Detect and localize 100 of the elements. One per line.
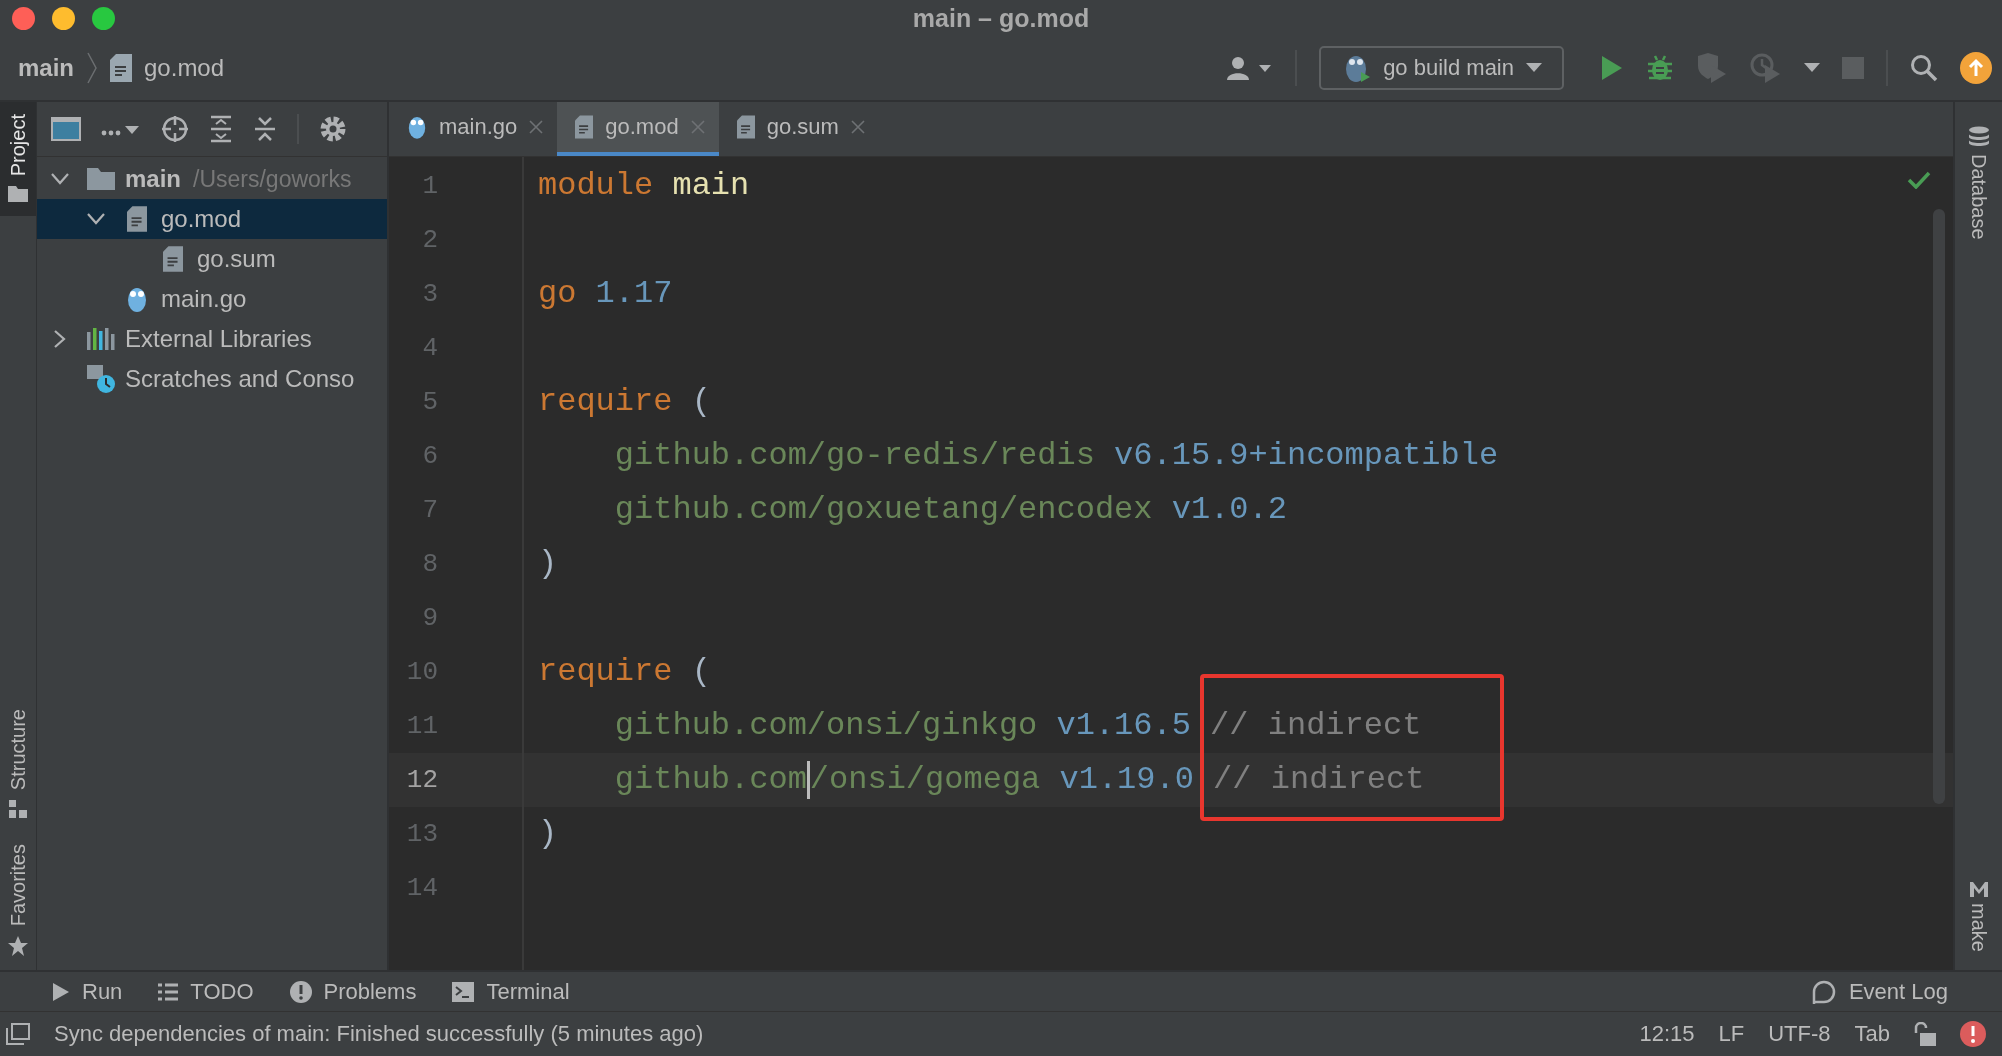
code-token: module	[538, 167, 654, 204]
locate-icon[interactable]	[161, 115, 189, 143]
tool-window-button[interactable]: make	[1955, 857, 2002, 970]
settings-icon[interactable]	[319, 115, 347, 143]
file-icon	[110, 54, 132, 82]
file-icon	[736, 115, 755, 139]
folder-icon	[8, 186, 28, 203]
close-window-button[interactable]	[12, 7, 35, 30]
chevron-icon	[54, 330, 66, 348]
minimize-window-button[interactable]	[52, 7, 75, 30]
chevron-icon	[51, 173, 69, 185]
breadcrumb-separator-icon	[86, 51, 98, 85]
code-token: require	[538, 653, 673, 690]
text-cursor	[806, 760, 810, 799]
tool-window-button[interactable]: Project	[0, 102, 36, 217]
breadcrumb-item[interactable]: go.mod	[144, 54, 225, 82]
editor-tab[interactable]: go.sum	[718, 102, 879, 156]
speech-bubble-icon	[1810, 978, 1837, 1005]
code-token: (	[690, 653, 711, 690]
status-message: Sync dependencies of main: Finished successfully (5 minutes ago)	[54, 1021, 704, 1047]
star-icon	[8, 936, 28, 956]
code-token: )	[538, 545, 558, 582]
line-number: 7	[421, 494, 439, 527]
line-number: 6	[421, 440, 439, 473]
scratch-clock-icon	[87, 365, 115, 393]
code-token: 1.17	[594, 275, 673, 312]
letter-m-icon	[1968, 881, 1989, 898]
line-number: 3	[421, 278, 439, 311]
check-icon	[1907, 171, 1931, 189]
code-token: )	[538, 815, 558, 852]
tool-window-button[interactable]: Problems	[289, 978, 417, 1005]
code-token: require	[538, 383, 673, 420]
panel-toggle-icon[interactable]	[6, 1023, 30, 1045]
critter-icon	[126, 285, 148, 313]
line-number: 10	[405, 656, 439, 689]
tool-window-button[interactable]: TODO	[158, 978, 254, 1005]
tree-item[interactable]: main.go	[37, 279, 387, 319]
tree-item[interactable]: go.mod	[37, 199, 387, 239]
caret-icon	[1526, 63, 1542, 73]
zoom-window-button[interactable]	[92, 7, 115, 30]
code-token: github.com	[613, 761, 807, 798]
run-icon[interactable]	[1600, 55, 1624, 81]
folder-icon	[87, 168, 115, 190]
tree-item[interactable]: Scratches and Conso	[37, 359, 387, 399]
list-icon	[158, 982, 179, 1001]
caret-icon[interactable]	[1804, 63, 1820, 73]
code-token: v1.19.0	[1058, 761, 1194, 798]
code-token: v1.16.5	[1055, 707, 1191, 744]
line-number: 4	[421, 332, 439, 365]
status-item[interactable]: LF	[1718, 1021, 1745, 1047]
code-token: github.com/go-redis/redis	[613, 437, 1095, 474]
run-configuration-dropdown[interactable]: go build main	[1319, 46, 1564, 90]
status-item[interactable]: UTF-8	[1768, 1021, 1831, 1047]
scrollbar-thumb[interactable]	[1933, 209, 1945, 804]
tool-window-button[interactable]: Favorites	[0, 831, 36, 970]
database-icon	[1967, 126, 1990, 148]
file-icon	[575, 115, 594, 139]
line-number: 1	[421, 170, 439, 203]
line-number: 5	[421, 386, 439, 419]
code-token: v6.15.9+incompatible	[1113, 437, 1499, 474]
tool-window-button[interactable]: Terminal	[452, 978, 570, 1005]
line-number: 9	[421, 602, 439, 635]
tool-window-button[interactable]: Database	[1955, 102, 2002, 258]
code-token: (	[690, 383, 711, 420]
event-log-button[interactable]: Event Log	[1810, 978, 1948, 1005]
critter-icon	[407, 114, 427, 140]
code-token: /onsi/gomega	[809, 761, 1041, 798]
tree-item[interactable]: External Libraries	[37, 319, 387, 359]
tree-item[interactable]: go.sum	[37, 239, 387, 279]
code-token: main	[671, 167, 750, 204]
debug-bug-icon[interactable]	[1646, 54, 1674, 82]
file-icon	[163, 246, 183, 272]
tree-item[interactable]: main /Users/goworks	[37, 159, 387, 199]
line-number: 11	[405, 710, 439, 743]
status-item[interactable]: Tab	[1854, 1021, 1890, 1047]
collapse-all-icon[interactable]	[253, 115, 277, 143]
status-item[interactable]: 12:15	[1639, 1021, 1695, 1047]
user-icon[interactable]	[1225, 54, 1274, 82]
editor-tab[interactable]: main.go	[389, 102, 558, 156]
breadcrumb-item[interactable]: main	[18, 54, 74, 82]
code-token: // indirect	[1212, 761, 1425, 798]
code-token: // indirect	[1209, 707, 1422, 744]
line-number: 8	[421, 548, 439, 581]
search-icon[interactable]	[1910, 54, 1938, 82]
expand-all-icon[interactable]	[209, 115, 233, 143]
unlocked-icon[interactable]	[1914, 1022, 1936, 1046]
line-number: 13	[405, 818, 439, 851]
library-bars-icon	[87, 328, 115, 350]
chevron-icon	[87, 213, 105, 225]
error-icon[interactable]	[1960, 1021, 1986, 1047]
warning-icon	[289, 980, 312, 1003]
structure-icon	[9, 799, 27, 818]
tool-window-button[interactable]: Structure	[0, 696, 36, 832]
update-icon[interactable]	[1960, 52, 1992, 84]
editor-tab[interactable]: go.mod	[557, 102, 719, 156]
tool-window-button[interactable]: Run	[52, 978, 123, 1005]
code-token: go	[538, 275, 577, 312]
terminal-icon	[452, 981, 475, 1002]
line-number: 12	[389, 753, 522, 807]
window-title: main – go.mod	[912, 3, 1090, 33]
